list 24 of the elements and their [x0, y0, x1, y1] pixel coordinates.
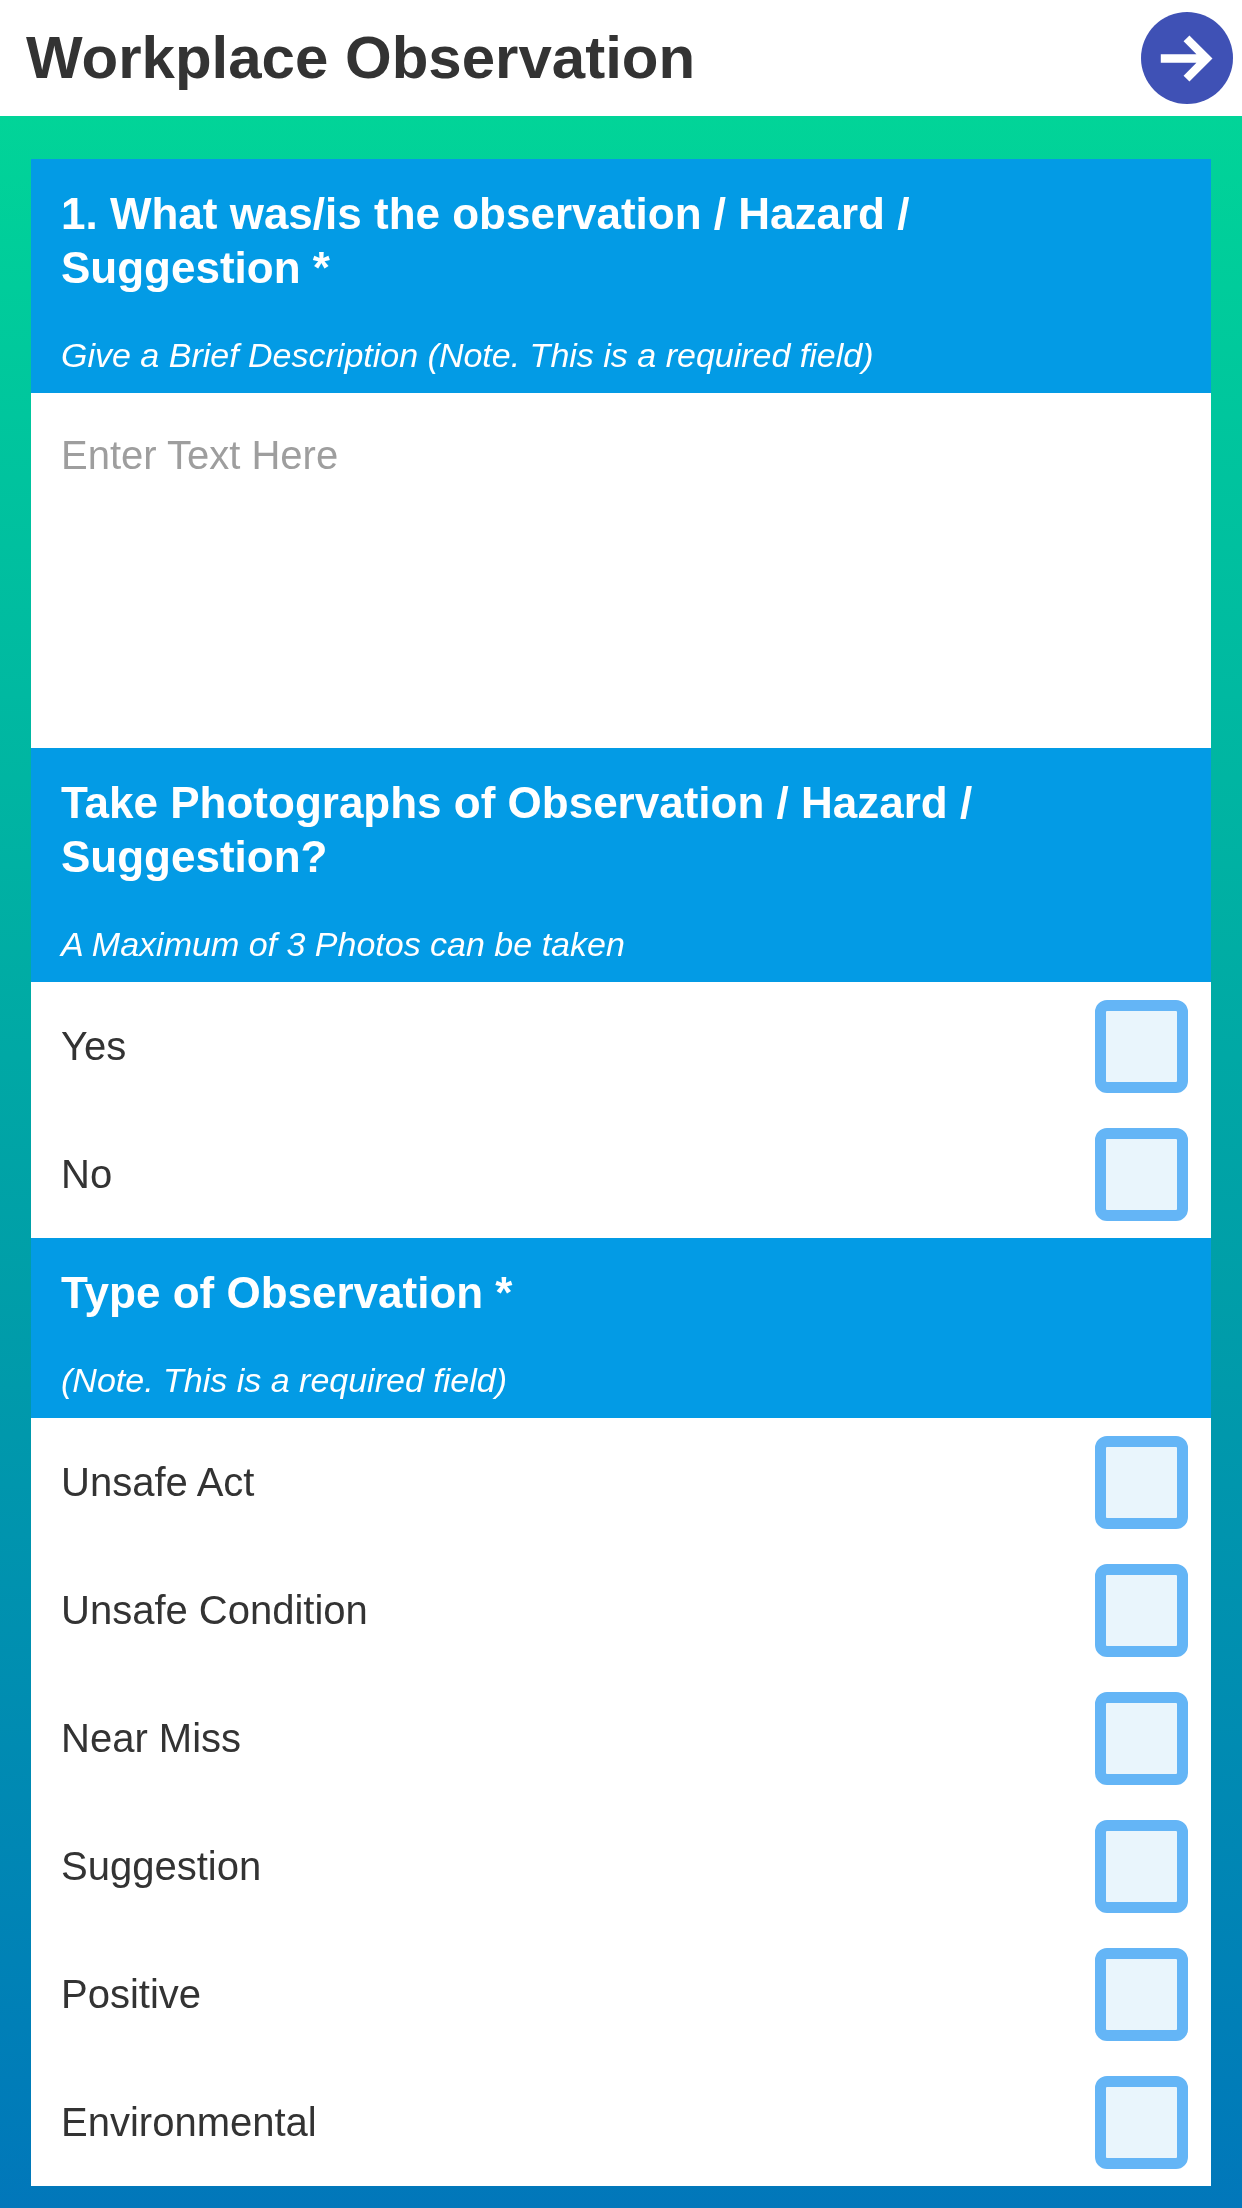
- option-label: Unsafe Condition: [61, 1587, 368, 1634]
- option-label: Yes: [61, 1023, 127, 1070]
- checkbox[interactable]: [1095, 1819, 1188, 1913]
- option-label: Positive: [61, 1971, 202, 2018]
- section-note: A Maximum of 3 Photos can be taken: [61, 924, 626, 965]
- option-label: Environmental: [61, 2099, 317, 2146]
- arrow-right-icon: [1160, 33, 1214, 83]
- option-label: No: [61, 1151, 113, 1198]
- checkbox[interactable]: [1095, 1947, 1188, 2041]
- checkbox[interactable]: [1095, 1691, 1188, 1785]
- section-note: (Note. This is a required field): [61, 1360, 508, 1401]
- checkbox[interactable]: [1095, 1127, 1188, 1221]
- option-label: Unsafe Act: [61, 1459, 255, 1506]
- section-note: Give a Brief Description (Note. This is a required field): [61, 335, 875, 376]
- section-title: Take Photographs of Observation / Hazard / Suggestion?: [61, 777, 974, 883]
- option-label: Suggestion: [61, 1843, 262, 1890]
- checkbox[interactable]: [1095, 1563, 1188, 1657]
- page-title: Workplace Observation: [26, 23, 696, 93]
- checkbox[interactable]: [1095, 999, 1188, 1093]
- section-title: Type of Observation *: [61, 1267, 514, 1319]
- section-title: 1. What was/is the observation / Hazard / Suggestion *: [61, 188, 911, 294]
- checkbox[interactable]: [1095, 2075, 1188, 2169]
- checkbox[interactable]: [1095, 1435, 1188, 1529]
- option-label: Near Miss: [61, 1715, 242, 1762]
